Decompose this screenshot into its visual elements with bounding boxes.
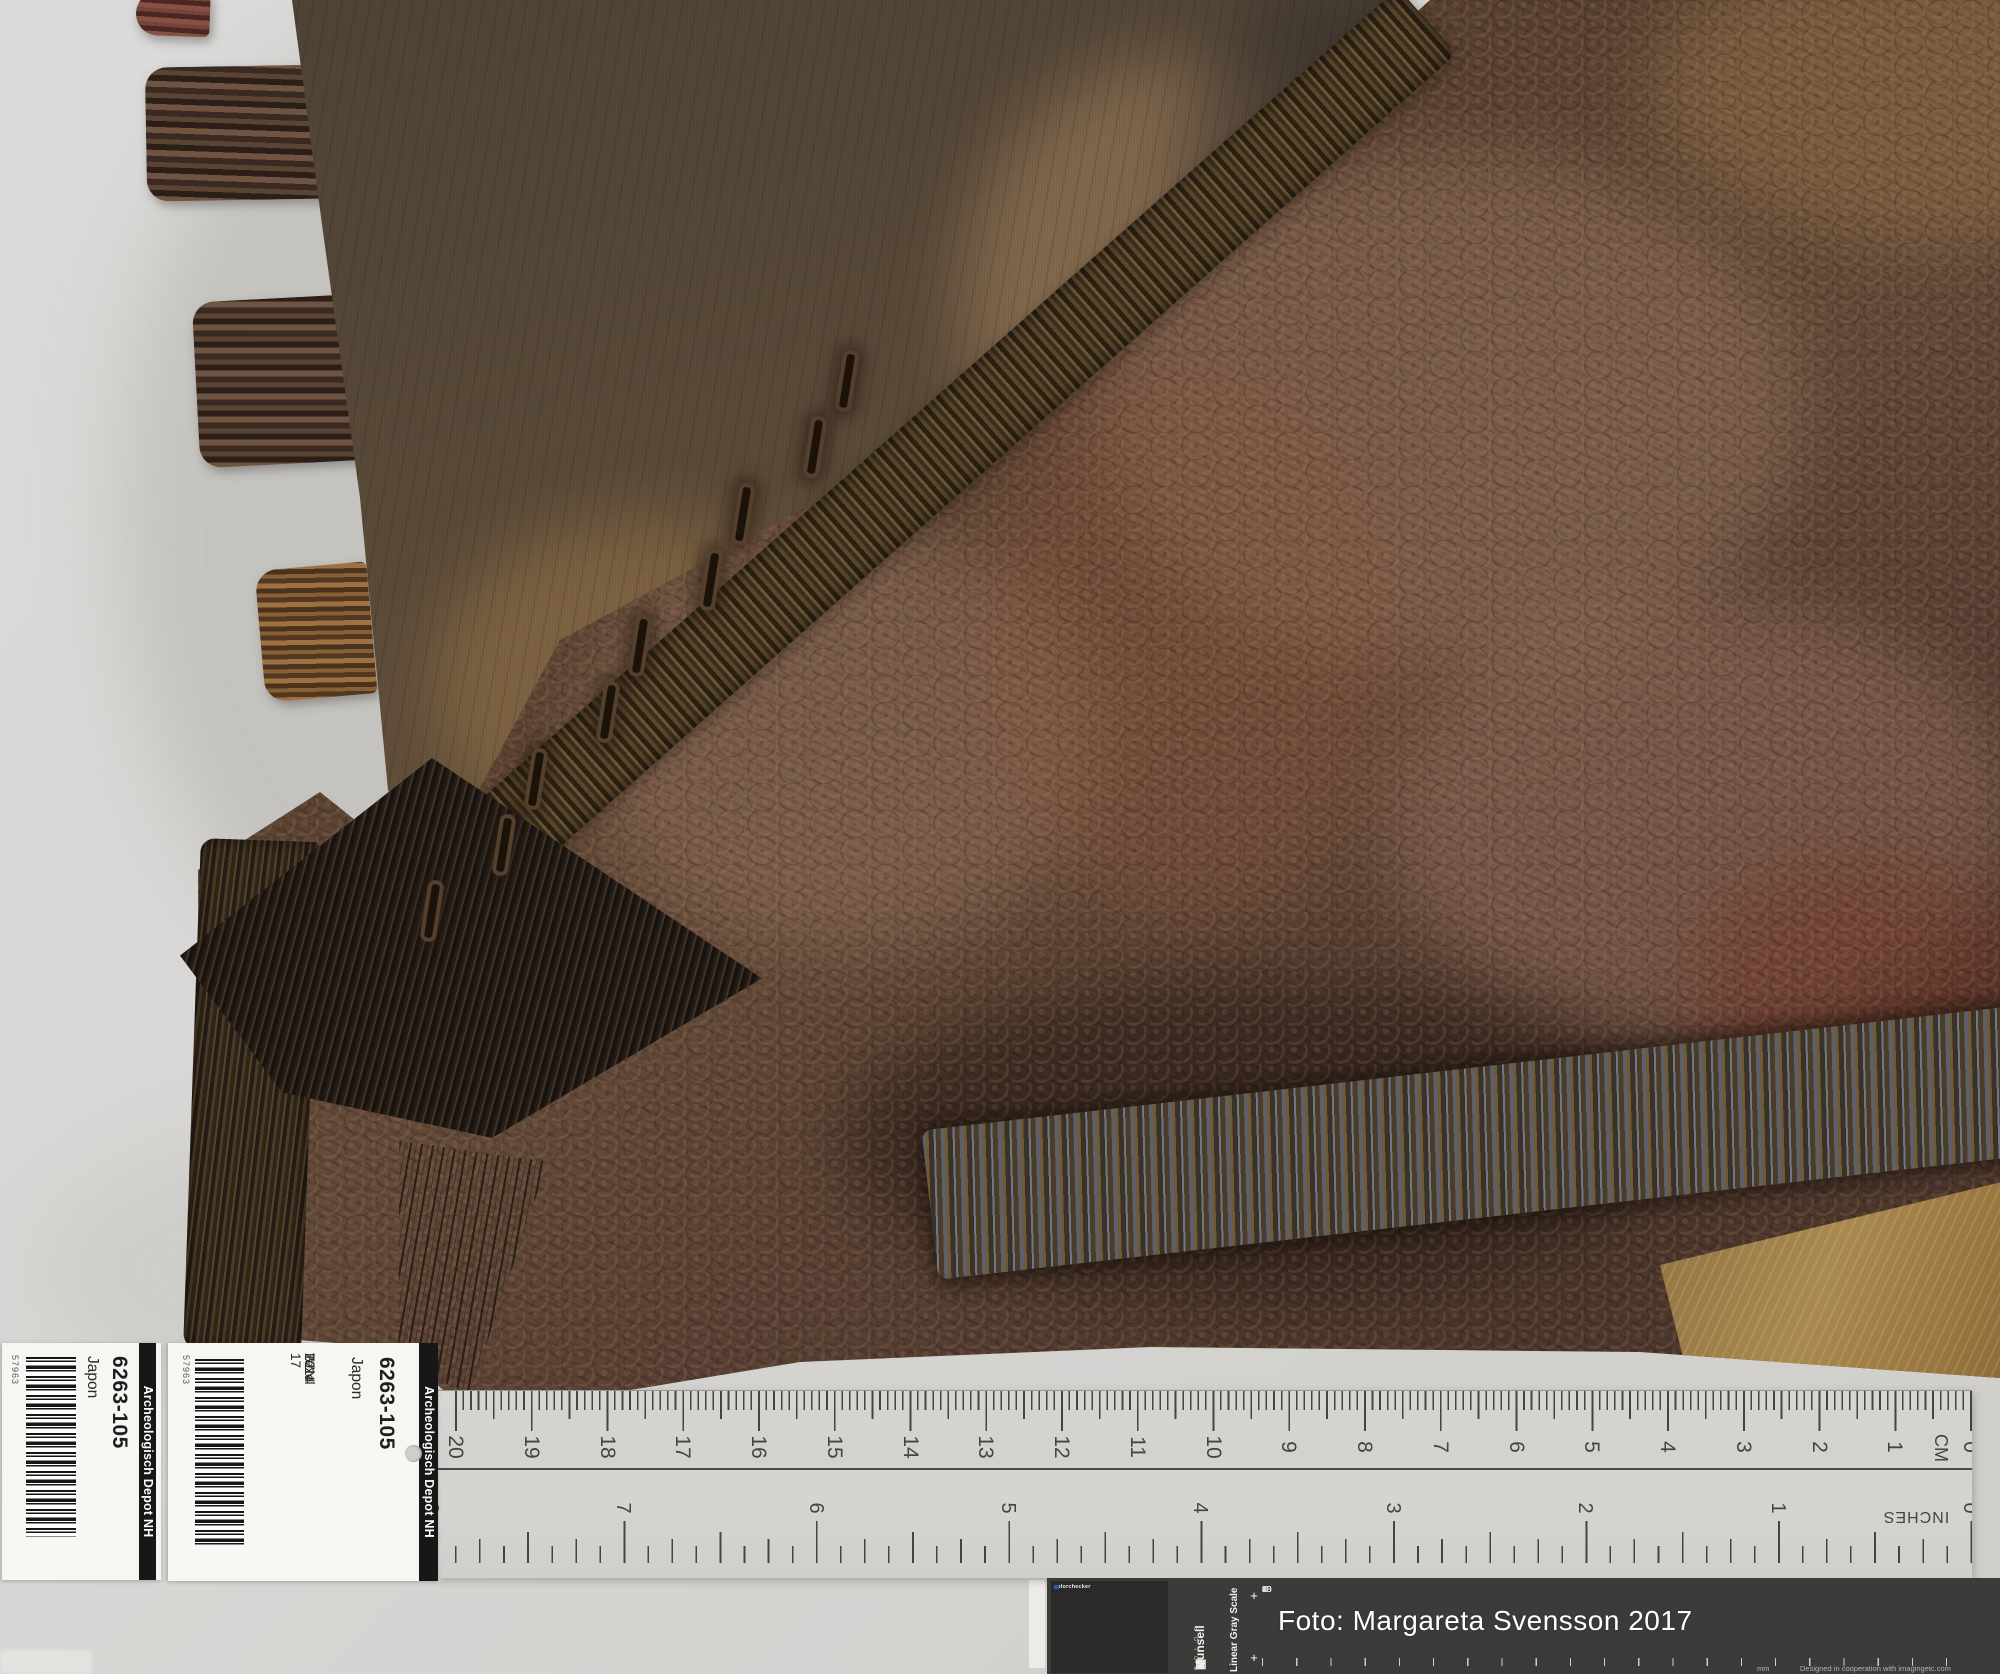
find-year: 2014 — [303, 1353, 317, 1383]
cm-number: 20 — [442, 1434, 468, 1460]
cm-number: 3 — [1730, 1434, 1756, 1460]
barcode-number: 57963 — [10, 1355, 20, 1385]
cm-number: 18 — [594, 1434, 620, 1460]
cm-number: 6 — [1503, 1434, 1529, 1460]
eighth-inch-tick-marks — [437, 1546, 1972, 1563]
cm-number: 14 — [897, 1434, 923, 1460]
munsell-brand-block: ▦ Munsell C O L O R — [1194, 1590, 1224, 1670]
inch-number: 3 — [1380, 1495, 1406, 1521]
inch-number: 4 — [1187, 1495, 1213, 1521]
cm-number: 11 — [1124, 1434, 1150, 1460]
cm-number: 10 — [1200, 1434, 1226, 1460]
institution-bar: Archeologisch Depot NH — [139, 1343, 156, 1580]
photo-credit: Foto: Margareta Svensson 2017 — [1278, 1605, 1693, 1637]
cm-number: 8 — [1351, 1434, 1377, 1460]
gray-scale-title-block: Linear Gray Scale — [1226, 1588, 1244, 1672]
textile-tab-fragment — [135, 0, 210, 37]
cm-number: 7 — [1427, 1434, 1453, 1460]
cm-number: 16 — [745, 1434, 771, 1460]
backdrop-paper-edge — [0, 1650, 92, 1674]
munsell-brand-face: ▦ Munsell C O L O R — [1194, 1590, 1224, 1670]
object-name: Japon — [347, 1357, 365, 1399]
cm-number: 5 — [1578, 1434, 1604, 1460]
cm-number: 1 — [1881, 1434, 1907, 1460]
institution-bar: Archeologisch Depot NH — [419, 1343, 438, 1581]
cm-number: 17 — [669, 1434, 695, 1460]
inches-unit-label: INCHES — [1873, 1506, 1959, 1526]
archival-label-card: Archeologisch Depot NH 6263-105 Japon 57… — [2, 1343, 161, 1580]
cm-unit-label: CM — [1928, 1428, 1954, 1468]
cm-number: 13 — [972, 1434, 998, 1460]
inch-number: 8 — [437, 1495, 444, 1521]
inch-number: 0 — [1957, 1495, 1972, 1521]
cm-number: 0 — [1957, 1434, 1972, 1460]
barcode — [195, 1359, 244, 1545]
inch-number: 1 — [1765, 1495, 1791, 1521]
inch-number: 5 — [995, 1495, 1021, 1521]
munsell-color-letters: C O L O R — [1194, 1624, 1200, 1670]
cm-number: 19 — [518, 1434, 544, 1460]
scale-ruler: 20191817161514131211109876543210 8765432… — [437, 1390, 1972, 1578]
cm-number: 4 — [1654, 1434, 1680, 1460]
cm-number: 9 — [1275, 1434, 1301, 1460]
inch-number: 6 — [803, 1495, 829, 1521]
gray-scale-label: G — [1262, 1583, 1269, 1595]
textile-tab — [254, 561, 377, 702]
find-number: 6263-105 — [107, 1356, 131, 1449]
colorchecker-logo-icon — [1054, 1585, 1059, 1589]
object-name: Japon — [83, 1356, 101, 1398]
find-number: 6263-105 — [374, 1357, 398, 1450]
inch-number: 7 — [610, 1495, 636, 1521]
colorchecker-sg-card: colorchecker — [1051, 1581, 1168, 1673]
barcode — [26, 1357, 76, 1537]
inch-number: 2 — [1572, 1495, 1598, 1521]
hole-punch — [405, 1445, 422, 1462]
cm-number: 12 — [1048, 1434, 1074, 1460]
cm-number: 15 — [821, 1434, 847, 1460]
ruler-divider-line — [437, 1468, 1972, 1470]
registration-plus-mark: + — [1248, 1590, 1260, 1602]
gray-scale-title: Linear Gray Scale — [1226, 1588, 1244, 1672]
barcode-number: 57963 — [181, 1355, 191, 1385]
cm-number: 2 — [1806, 1434, 1832, 1460]
photo-stage: Archeologisch Depot NH 6263-105 Japon 57… — [0, 0, 2000, 1674]
registration-plus-mark: + — [1248, 1652, 1260, 1664]
mm-tick-marks — [455, 1391, 1972, 1410]
designed-note: Designed in cooperation with imagingetc.… — [1800, 1664, 1951, 1673]
white-card-sliver — [1029, 1580, 1045, 1668]
colorchecker-title: colorchecker — [1054, 1584, 1091, 1590]
label-face: Archeologisch Depot NH 6263-105 Japon Te… — [168, 1343, 438, 1581]
archival-label-card: Archeologisch Depot NH 6263-105 Japon Te… — [168, 1343, 438, 1581]
label-face: Archeologisch Depot NH 6263-105 Japon 57… — [2, 1343, 161, 1580]
mm-scale-label: mm — [1757, 1664, 1770, 1673]
